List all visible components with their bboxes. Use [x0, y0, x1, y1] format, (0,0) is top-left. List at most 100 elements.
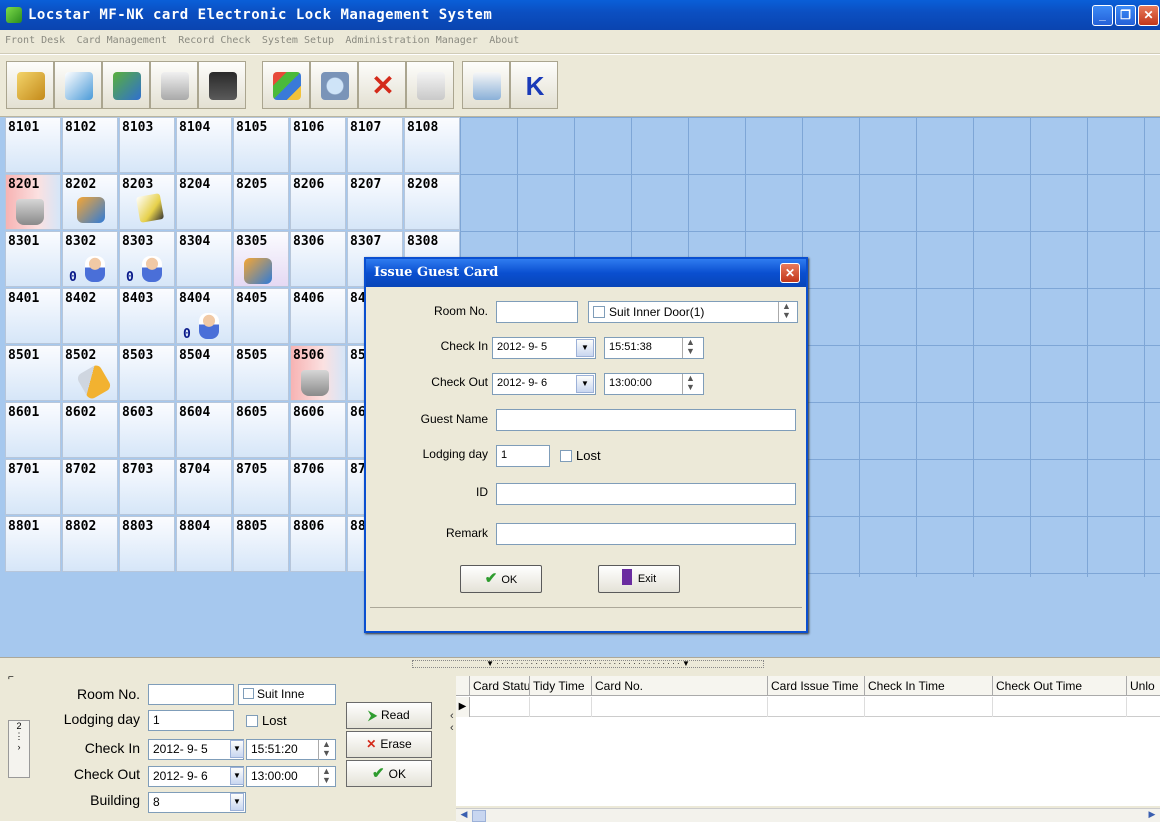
- room-tile[interactable]: 8601: [5, 402, 61, 458]
- room-tile[interactable]: 8402: [62, 288, 118, 344]
- room-tile[interactable]: 8503: [119, 345, 175, 401]
- room-tile[interactable]: 8203: [119, 174, 175, 230]
- check-in-dropdown-icon[interactable]: ▼: [230, 740, 244, 758]
- collapse-arrows-icon[interactable]: ‹ ‹: [450, 710, 454, 734]
- check-out-dropdown-icon[interactable]: ▼: [230, 767, 244, 785]
- room-tile[interactable]: 8107: [347, 117, 403, 173]
- room-tile[interactable]: 8702: [62, 459, 118, 515]
- menu-administration-manager[interactable]: Administration Manager: [340, 30, 480, 46]
- column-header[interactable]: Check Out Time: [993, 676, 1127, 696]
- check-out-time-spinner[interactable]: ▲ ▼: [318, 767, 334, 787]
- room-tile[interactable]: 8602: [62, 402, 118, 458]
- toolbar-network-button[interactable]: [102, 61, 150, 109]
- room-tile[interactable]: 8301: [5, 231, 61, 287]
- check-in-time-spinner[interactable]: ▲ ▼: [682, 338, 698, 358]
- room-tile[interactable]: 8303 0: [119, 231, 175, 287]
- room-tile[interactable]: 8506: [290, 345, 346, 401]
- column-header[interactable]: Card Issue Time: [768, 676, 865, 696]
- minimize-button[interactable]: _: [1092, 5, 1113, 26]
- toolbar-windows-button[interactable]: [262, 61, 310, 109]
- dialog-exit-button[interactable]: Exit: [598, 565, 680, 593]
- room-tile[interactable]: 8208: [404, 174, 460, 230]
- room-tile[interactable]: 8104: [176, 117, 232, 173]
- side-tab[interactable]: 2 ⋮ ›: [8, 720, 30, 778]
- room-tile[interactable]: 8105: [233, 117, 289, 173]
- room-tile[interactable]: 8804: [176, 516, 232, 572]
- room-tile[interactable]: 8805: [233, 516, 289, 572]
- toolbar-terminal-button[interactable]: [198, 61, 246, 109]
- table-cell[interactable]: [592, 697, 768, 717]
- room-tile[interactable]: 8701: [5, 459, 61, 515]
- room-tile[interactable]: 8706: [290, 459, 346, 515]
- lost-checkbox[interactable]: Lost: [246, 713, 287, 728]
- id-input[interactable]: [496, 483, 796, 505]
- menu-about[interactable]: About: [484, 30, 522, 46]
- lodging-day-input[interactable]: 1: [496, 445, 550, 467]
- column-header[interactable]: Card Statu: [470, 676, 530, 696]
- menu-record-check[interactable]: Record Check: [173, 30, 253, 46]
- room-tile[interactable]: 8604: [176, 402, 232, 458]
- horizontal-scrollbar[interactable]: ◀ ▶: [456, 808, 1160, 822]
- toolbar-delete-button[interactable]: ✕: [358, 61, 406, 109]
- room-tile[interactable]: 8806: [290, 516, 346, 572]
- room-tile[interactable]: 8501: [5, 345, 61, 401]
- room-tile[interactable]: 8403: [119, 288, 175, 344]
- column-header[interactable]: Check In Time: [865, 676, 993, 696]
- restore-button[interactable]: ❐: [1115, 5, 1136, 26]
- read-button[interactable]: ⮞ Read: [346, 702, 432, 729]
- column-header[interactable]: Tidy Time: [530, 676, 592, 696]
- toolbar-search-button[interactable]: [6, 61, 54, 109]
- room-tile[interactable]: 8803: [119, 516, 175, 572]
- room-tile[interactable]: 8703: [119, 459, 175, 515]
- dialog-ok-button[interactable]: ✔ OK: [460, 565, 542, 593]
- toolbar-card-reader-button[interactable]: [150, 61, 198, 109]
- room-tile[interactable]: 8304: [176, 231, 232, 287]
- room-tile[interactable]: 8103: [119, 117, 175, 173]
- check-in-date-dropdown-icon[interactable]: ▼: [576, 339, 594, 357]
- close-button[interactable]: ✕: [1138, 5, 1159, 26]
- room-tile[interactable]: 8102: [62, 117, 118, 173]
- ok-button[interactable]: ✔ OK: [346, 760, 432, 787]
- toolbar-find-button[interactable]: [310, 61, 358, 109]
- suit-inner-door-checkbox[interactable]: Suit Inner Door(1): [593, 305, 704, 319]
- lodging-day-input[interactable]: 1: [148, 710, 234, 731]
- scroll-thumb[interactable]: [472, 810, 486, 822]
- room-tile[interactable]: 8406: [290, 288, 346, 344]
- toolbar-print-button[interactable]: [406, 61, 454, 109]
- room-tile[interactable]: 8101: [5, 117, 61, 173]
- erase-button[interactable]: ✕ Erase: [346, 731, 432, 758]
- check-out-time-spinner[interactable]: ▲ ▼: [682, 374, 698, 394]
- table-cell[interactable]: [768, 697, 865, 717]
- room-tile[interactable]: 8504: [176, 345, 232, 401]
- room-tile[interactable]: 8603: [119, 402, 175, 458]
- splitter-handle[interactable]: ▼ · · · · · · · · · · · · · · · · · · · …: [412, 660, 764, 668]
- room-tile[interactable]: 8108: [404, 117, 460, 173]
- room-tile[interactable]: 8302 0: [62, 231, 118, 287]
- lost-checkbox[interactable]: Lost: [560, 448, 601, 463]
- room-tile[interactable]: 8502: [62, 345, 118, 401]
- table-cell[interactable]: [865, 697, 993, 717]
- room-tile[interactable]: 8202: [62, 174, 118, 230]
- menu-front-desk[interactable]: Front Desk: [0, 30, 68, 46]
- table-cell[interactable]: [530, 697, 592, 717]
- room-tile[interactable]: 8704: [176, 459, 232, 515]
- check-in-time-spinner[interactable]: ▲ ▼: [318, 740, 334, 760]
- menu-system-setup[interactable]: System Setup: [257, 30, 337, 46]
- room-tile[interactable]: 8802: [62, 516, 118, 572]
- room-tile[interactable]: 8705: [233, 459, 289, 515]
- room-tile[interactable]: 8404 0: [176, 288, 232, 344]
- column-header[interactable]: Card No.: [592, 676, 768, 696]
- room-tile[interactable]: 8401: [5, 288, 61, 344]
- room-tile[interactable]: 8205: [233, 174, 289, 230]
- dialog-close-button[interactable]: ✕: [780, 263, 800, 283]
- menu-card-management[interactable]: Card Management: [72, 30, 170, 46]
- suit-inner-door-spinner[interactable]: ▲ ▼: [778, 302, 794, 322]
- guest-name-input[interactable]: [496, 409, 796, 431]
- room-no-input[interactable]: [496, 301, 578, 323]
- room-tile[interactable]: 8405: [233, 288, 289, 344]
- room-tile[interactable]: 8606: [290, 402, 346, 458]
- room-tile[interactable]: 8106: [290, 117, 346, 173]
- room-no-input[interactable]: [148, 684, 234, 705]
- room-tile[interactable]: 8204: [176, 174, 232, 230]
- table-row[interactable]: ▶: [456, 697, 1160, 717]
